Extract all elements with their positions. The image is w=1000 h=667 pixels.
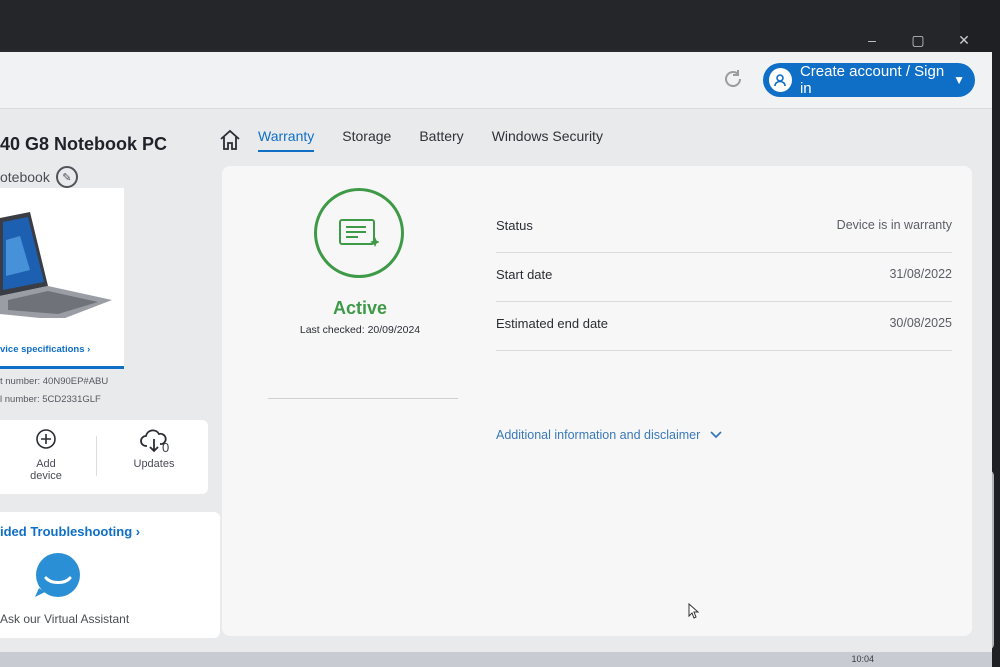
device-title: 40 G8 Notebook PC bbox=[0, 134, 168, 154]
warranty-panel: Active Last checked: 20/09/2024 Status D… bbox=[222, 166, 972, 636]
updates-button[interactable]: Updates bbox=[128, 428, 180, 470]
product-number: t number: 40N90EP#ABU bbox=[0, 376, 109, 387]
cloud-download-icon bbox=[128, 428, 180, 458]
divider bbox=[268, 398, 458, 399]
taskbar: 10:04 bbox=[0, 652, 992, 667]
info-row-status: Status Device is in warranty bbox=[496, 204, 952, 253]
chat-bubble-icon bbox=[35, 553, 80, 597]
device-type: otebook bbox=[0, 169, 50, 185]
screen-bezel-top bbox=[0, 0, 1000, 50]
chevron-down-icon bbox=[710, 428, 722, 442]
home-icon[interactable] bbox=[218, 128, 242, 152]
chevron-down-icon: ▼ bbox=[953, 73, 965, 87]
device-specifications-link[interactable]: vice specifications › bbox=[0, 344, 90, 355]
signin-label: Create account / Sign in bbox=[799, 63, 945, 97]
virtual-assistant-label: Ask our Virtual Assistant bbox=[0, 612, 130, 626]
close-button[interactable]: ✕ bbox=[956, 32, 972, 49]
device-actions-card: Add device Updates 0 bbox=[0, 420, 208, 494]
device-tabs: Warranty Storage Battery Windows Securit… bbox=[258, 128, 631, 152]
tab-warranty[interactable]: Warranty bbox=[258, 128, 315, 152]
row-value: 31/08/2022 bbox=[889, 267, 952, 281]
warranty-status-badge bbox=[314, 188, 404, 278]
additional-info-link[interactable]: Additional information and disclaimer bbox=[496, 428, 722, 442]
tab-battery[interactable]: Battery bbox=[419, 128, 463, 152]
row-value: 30/08/2025 bbox=[889, 316, 952, 330]
row-value: Device is in warranty bbox=[836, 218, 952, 232]
app-window: – ▢ ✕ Create account / Sign in ▼ 40 G8 N… bbox=[0, 32, 992, 652]
additional-info-label: Additional information and disclaimer bbox=[496, 428, 701, 442]
refresh-icon[interactable] bbox=[722, 68, 744, 90]
user-icon bbox=[769, 68, 792, 92]
row-label: Start date bbox=[496, 267, 553, 282]
row-label: Estimated end date bbox=[496, 316, 609, 331]
serial-number: l number: 5CD2331GLF bbox=[0, 394, 101, 405]
add-device-label: Add device bbox=[30, 458, 62, 482]
guided-troubleshooting-link[interactable]: ided Troubleshooting › bbox=[0, 524, 140, 539]
updates-count: 0 bbox=[162, 440, 170, 455]
info-row-end-date: Estimated end date 30/08/2025 bbox=[496, 302, 952, 351]
info-row-start-date: Start date 31/08/2022 bbox=[496, 253, 952, 302]
row-label: Status bbox=[496, 218, 533, 233]
window-controls: – ▢ ✕ bbox=[864, 32, 972, 49]
edit-icon[interactable]: ✎ bbox=[55, 166, 78, 188]
mouse-cursor-icon bbox=[688, 602, 700, 622]
virtual-assistant-card[interactable]: ided Troubleshooting › Ask our Virtual A… bbox=[0, 512, 220, 638]
last-checked: Last checked: 20/09/2024 bbox=[299, 324, 421, 336]
create-account-signin-button[interactable]: Create account / Sign in ▼ bbox=[763, 63, 975, 97]
taskbar-clock: 10:04 bbox=[851, 654, 874, 664]
maximize-button[interactable]: ▢ bbox=[910, 32, 926, 49]
tab-storage[interactable]: Storage bbox=[342, 128, 391, 152]
add-circle-icon bbox=[20, 428, 72, 458]
add-device-button[interactable]: Add device bbox=[20, 428, 72, 482]
app-header: Create account / Sign in ▼ bbox=[0, 52, 992, 109]
certificate-icon bbox=[339, 219, 379, 247]
device-subtitle: otebook ✎ bbox=[0, 166, 78, 188]
tab-windows-security[interactable]: Windows Security bbox=[492, 128, 603, 152]
device-card[interactable]: vice specifications › bbox=[0, 188, 124, 369]
minimize-button[interactable]: – bbox=[864, 32, 880, 49]
updates-label: Updates bbox=[133, 458, 175, 470]
warranty-status-text: Active bbox=[332, 298, 388, 318]
laptop-image bbox=[0, 212, 112, 318]
divider bbox=[96, 436, 97, 476]
